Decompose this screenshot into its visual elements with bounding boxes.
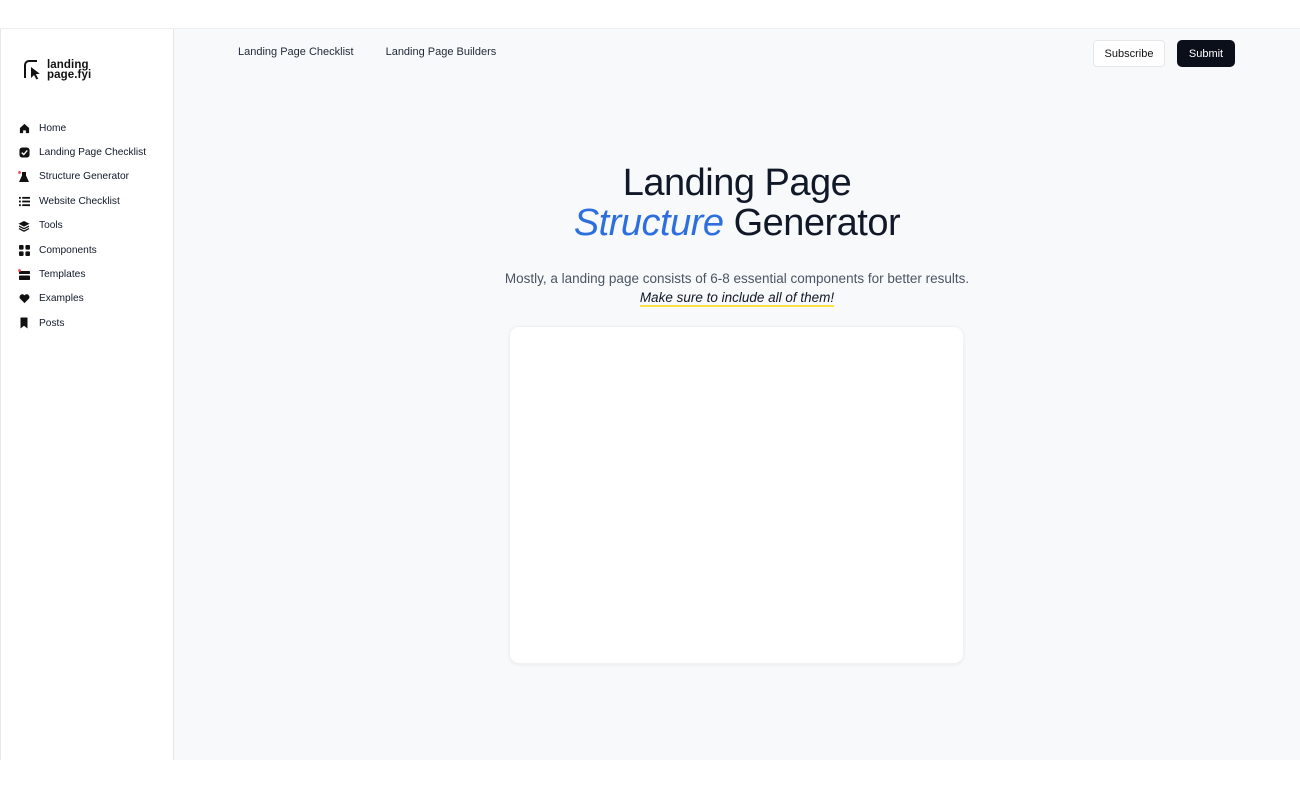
sidebar-item-label: Structure Generator: [39, 171, 130, 183]
sidebar-item-examples[interactable]: Examples: [18, 287, 146, 311]
layers-icon: [18, 220, 30, 232]
home-icon: [18, 122, 30, 134]
title-accent: Structure: [573, 202, 724, 244]
page-title: Landing Page Structure Generator: [174, 163, 1300, 243]
sidebar-item-label: Tools: [39, 220, 63, 232]
app-frame: landing page.fyi Home Landing Page Check…: [0, 28, 1300, 760]
logo[interactable]: landing page.fyi: [23, 59, 91, 81]
sidebar-item-landing-page-checklist[interactable]: Landing Page Checklist: [18, 140, 146, 164]
heart-icon: [18, 293, 30, 305]
sidebar-item-tools[interactable]: Tools: [18, 214, 146, 238]
check-badge-icon: [18, 147, 30, 159]
nav-link-landing-page-checklist[interactable]: Landing Page Checklist: [238, 46, 354, 58]
sidebar-item-posts[interactable]: Posts: [18, 311, 146, 335]
subtitle: Mostly, a landing page consists of 6-8 e…: [174, 269, 1300, 307]
flask-icon: [18, 171, 30, 183]
sidebar-item-home[interactable]: Home: [18, 116, 146, 140]
title-rest: Generator: [733, 202, 901, 244]
logo-text: landing page.fyi: [47, 59, 92, 81]
sidebar: landing page.fyi Home Landing Page Check…: [0, 29, 174, 760]
highlight-note: Make sure to include all of them!: [639, 290, 835, 307]
nav-link-landing-page-builders[interactable]: Landing Page Builders: [386, 46, 497, 58]
sidebar-item-label: Home: [39, 122, 67, 134]
subscribe-button[interactable]: Subscribe: [1093, 40, 1165, 67]
subtitle-text: Mostly, a landing page consists of 6-8 e…: [504, 271, 970, 286]
main-content: Landing Page Checklist Landing Page Buil…: [174, 29, 1300, 760]
logo-line2: page.fyi: [47, 69, 92, 81]
sidebar-item-structure-generator[interactable]: Structure Generator: [18, 165, 146, 189]
sidebar-item-components[interactable]: Components: [18, 238, 146, 262]
title-line1: Landing Page: [622, 162, 852, 204]
sidebar-item-label: Posts: [39, 317, 65, 329]
sidebar-nav: Home Landing Page Checklist Structure Ge…: [18, 116, 146, 336]
submit-button[interactable]: Submit: [1177, 40, 1235, 67]
grid-icon: [18, 244, 30, 256]
sidebar-item-templates[interactable]: Templates: [18, 262, 146, 286]
sidebar-item-label: Templates: [39, 269, 86, 281]
sidebar-item-label: Examples: [39, 293, 84, 305]
top-nav: Landing Page Checklist Landing Page Buil…: [238, 46, 496, 58]
generator-card: [509, 326, 964, 664]
hero: Landing Page Structure Generator: [174, 163, 1300, 243]
template-icon: [18, 268, 30, 281]
sidebar-item-label: Website Checklist: [39, 195, 120, 207]
sidebar-item-label: Components: [39, 244, 97, 256]
sidebar-item-label: Landing Page Checklist: [39, 147, 147, 159]
sidebar-item-website-checklist[interactable]: Website Checklist: [18, 189, 146, 213]
cursor-logo-icon: [23, 59, 43, 81]
list-icon: [18, 195, 30, 207]
bookmark-icon: [18, 317, 30, 329]
